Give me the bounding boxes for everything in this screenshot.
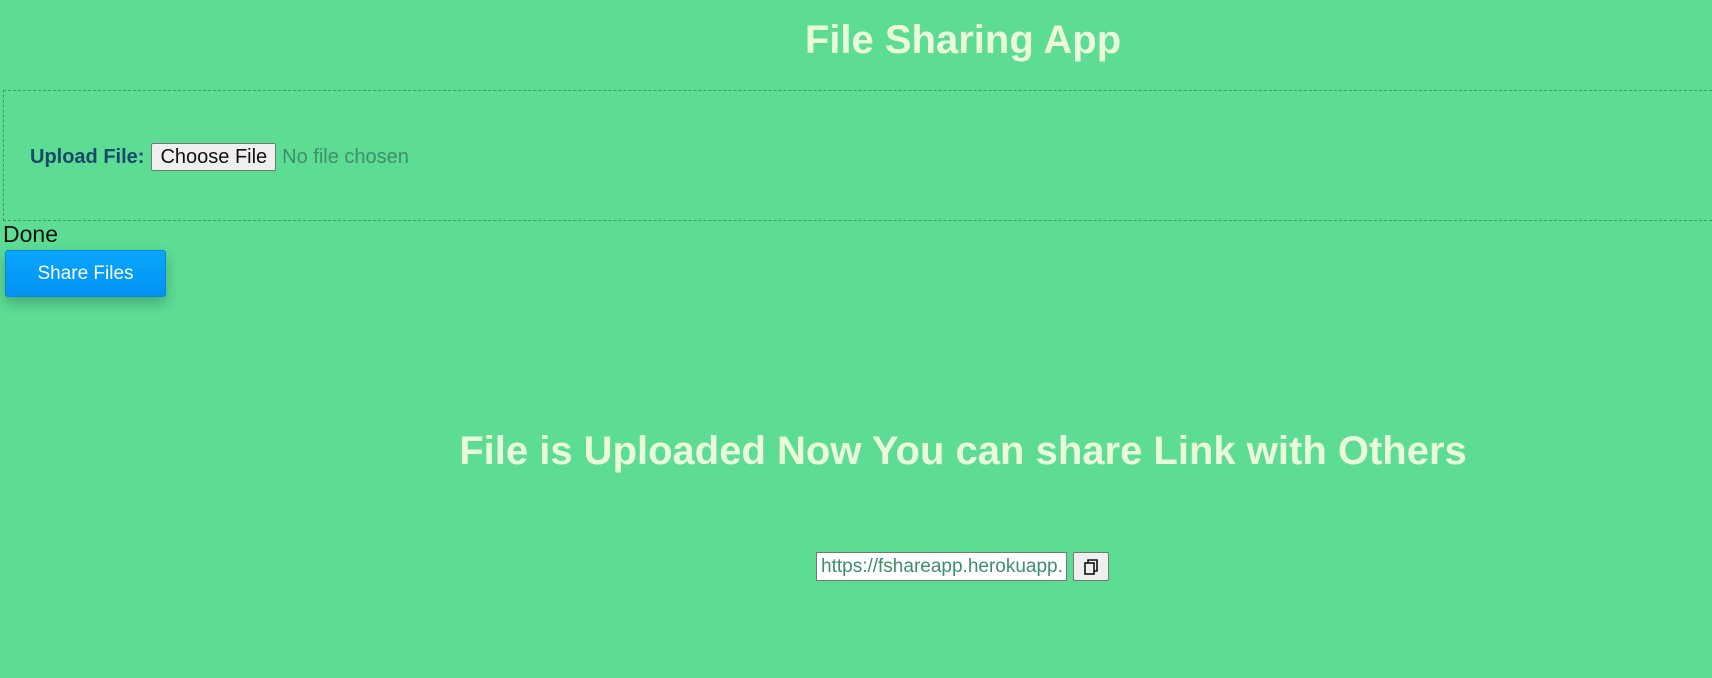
app-title: File Sharing App <box>804 18 1122 62</box>
copy-icon <box>1084 558 1098 575</box>
upload-row: Upload File: Choose File No file chosen <box>30 143 409 171</box>
copy-link-button[interactable] <box>1073 552 1109 581</box>
upload-label: Upload File: <box>30 145 145 168</box>
upload-panel: Upload File: Choose File No file chosen <box>3 90 1712 221</box>
choose-file-button[interactable]: Choose File <box>151 143 277 171</box>
share-files-button[interactable]: Share Files <box>5 250 166 297</box>
share-link-input[interactable] <box>816 552 1067 581</box>
upload-success-message: File is Uploaded Now You can share Link … <box>459 429 1467 473</box>
share-link-row <box>816 552 1109 581</box>
done-status-text: Done <box>3 221 58 247</box>
file-status-text: No file chosen <box>282 145 409 168</box>
